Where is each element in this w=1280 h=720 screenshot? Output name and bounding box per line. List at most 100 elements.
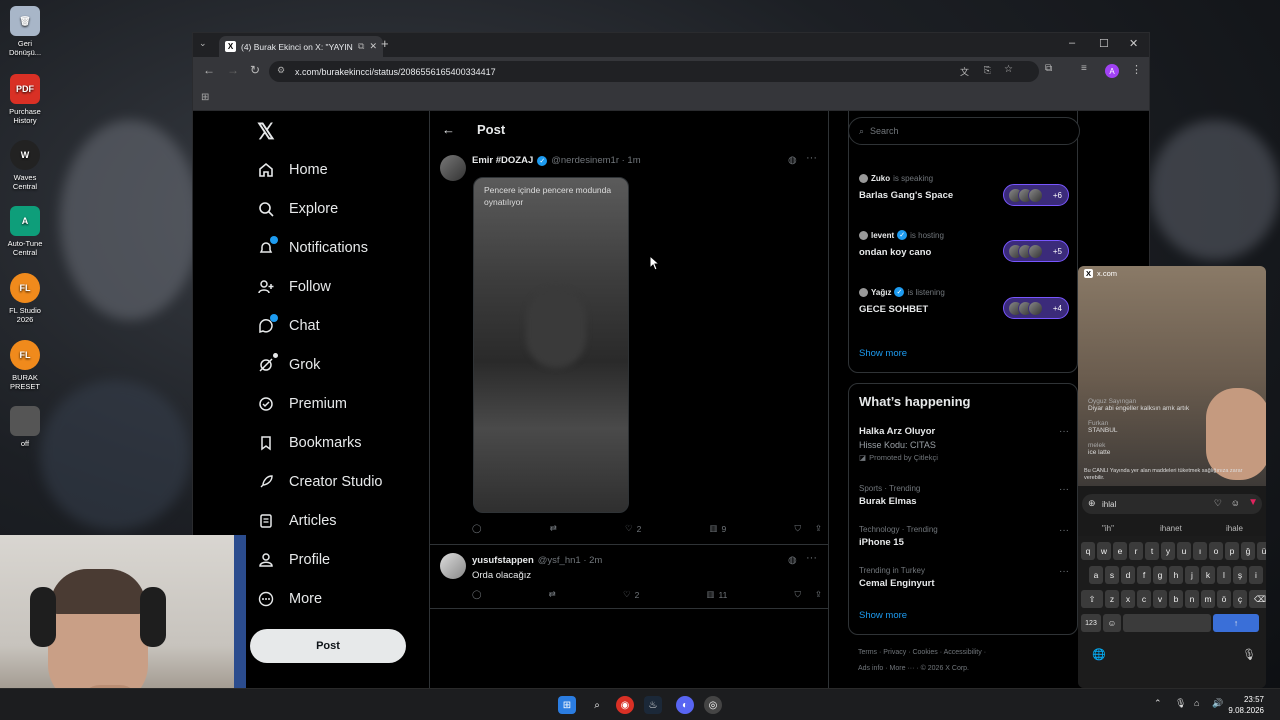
keyboard-key[interactable]: k [1201,566,1215,584]
nav-item-articles[interactable]: Articles [257,509,337,533]
keyboard-key[interactable]: o [1209,542,1223,560]
tweet-author[interactable]: Emir #DOZAJ [472,155,533,166]
desktop-icon-recycle-bin[interactable]: 🗑 Geri Dönüşü... [2,6,48,57]
keyboard-key[interactable]: t [1145,542,1159,560]
keyboard-key[interactable]: z [1105,590,1119,608]
keyboard-key[interactable]: c [1137,590,1151,608]
taskbar-clock[interactable]: 23:57 9.08.2026 [1228,694,1264,716]
keyboard-key[interactable]: x [1121,590,1135,608]
extensions-icon[interactable]: ⧉ [1045,63,1052,74]
keyboard-key[interactable]: q [1081,542,1095,560]
retweet-icon[interactable]: ⇄ [549,589,556,600]
keyboard-key[interactable]: b [1169,590,1183,608]
avatar[interactable] [440,553,466,579]
reload-icon[interactable]: ↻ [250,63,260,77]
space-listeners-pill[interactable]: +5 [1003,240,1069,262]
desktop-icon-fl-studio[interactable]: FL FL Studio 2026 [2,273,48,324]
chrome-icon[interactable]: ◉ [616,696,634,714]
bookmark-icon[interactable]: ⛉ [794,589,800,600]
like-button[interactable]: ♡ 2 [623,589,639,600]
reply-icon[interactable]: ◯ [472,589,482,600]
keyboard-key[interactable]: r [1129,542,1143,560]
grok-icon[interactable]: ◍ [788,155,797,166]
more-options-icon[interactable]: ··· [1059,484,1069,495]
keyboard-key[interactable]: u [1177,542,1191,560]
footer-link[interactable]: Ads info [858,665,883,672]
nav-item-bookmarks[interactable]: Bookmarks [257,431,362,455]
keyboard-key[interactable]: d [1121,566,1135,584]
globe-icon[interactable]: 🌐 [1092,648,1106,661]
trend-item[interactable]: Sports · Trending Burak Elmas ··· [859,484,1069,507]
keyboard-key[interactable]: ğ [1241,542,1255,560]
post-button[interactable]: Post [250,629,406,663]
desktop-icon-autotune[interactable]: A Auto-Tune Central [2,206,48,257]
address-bar[interactable]: ⚙ x.com/burakekincci/status/208655616540… [269,61,1039,82]
trends-show-more-link[interactable]: Show more [859,610,907,621]
maximize-icon[interactable]: ☐ [1099,37,1109,50]
avatar[interactable] [440,155,466,181]
keyboard-key[interactable]: y [1161,542,1175,560]
keyboard-key[interactable]: ü [1257,542,1266,560]
nav-item-chat[interactable]: Chat [257,314,320,338]
keyboard-key[interactable]: f [1137,566,1151,584]
footer-link[interactable]: Cookies [912,649,937,656]
tab-search-icon[interactable]: ⌄ [199,38,207,49]
keyboard-key[interactable]: v [1153,590,1167,608]
tab-close-icon[interactable]: ✕ [369,41,377,52]
views-button[interactable]: ▥ 11 [706,589,727,600]
backspace-key[interactable]: ⌫ [1249,590,1266,608]
site-info-icon[interactable]: ⚙ [277,65,285,76]
emoji-icon[interactable]: ☺ [1231,498,1240,508]
profile-avatar-icon[interactable]: A [1105,64,1119,78]
keyboard-key[interactable]: m [1201,590,1215,608]
translate-icon[interactable]: 文 [960,65,969,78]
tweet-video[interactable]: Pencere içinde pencere modunda oynatılıy… [473,177,629,513]
tweet[interactable]: Emir #DOZAJ ✓ @nerdesinem1r · 1m ◍ ··· P… [430,147,828,545]
shift-key[interactable]: ⇧ [1081,590,1103,608]
more-options-icon[interactable]: ··· [806,152,817,164]
enter-key[interactable]: ↑ [1213,614,1259,632]
keyboard-key[interactable]: l [1217,566,1231,584]
new-tab-button[interactable]: + [381,36,389,51]
keyboard-key[interactable]: s [1105,566,1119,584]
add-icon[interactable]: ⊕ [1088,498,1096,509]
space-listeners-pill[interactable]: +6 [1003,184,1069,206]
space-listeners-pill[interactable]: +4 [1003,297,1069,319]
desktop-icon-off[interactable]: off [2,406,48,448]
keyboard-key[interactable]: j [1185,566,1199,584]
search-icon[interactable]: ⌕ [588,696,606,714]
more-options-icon[interactable]: ··· [1059,566,1069,577]
keyboard-key[interactable]: n [1185,590,1199,608]
retweet-icon[interactable]: ⇄ [550,523,557,534]
keyboard-key[interactable]: p [1225,542,1239,560]
heart-icon[interactable]: ♡ [1214,498,1222,509]
space-item[interactable]: Zuko is speaking Barlas Gang's Space +6 [859,174,1069,206]
keyboard-key[interactable]: w [1097,542,1111,560]
keyboard-suggestion[interactable]: ihale [1226,524,1243,533]
desktop-icon-purchase-history[interactable]: PDF Purchase History [2,74,48,125]
keyboard-key[interactable]: h [1169,566,1183,584]
nav-item-creator-studio[interactable]: Creator Studio [257,470,383,494]
bookmark-icon[interactable]: ⛉ [794,523,800,534]
like-button[interactable]: ♡ 2 [625,523,641,534]
keyboard-key[interactable]: ı [1193,542,1207,560]
discord-icon[interactable]: ◐ [676,696,694,714]
nav-item-premium[interactable]: Premium [257,392,347,416]
browser-menu-icon[interactable]: ⋮ [1131,63,1142,76]
more-options-icon[interactable]: ··· [1059,525,1069,536]
space-item[interactable]: levent ✓ is hosting ondan koy cano +5 [859,230,1069,262]
trend-item[interactable]: Halka Arz Oluyor Hisse Kodu: CITAS ◪ Prom… [859,426,1069,462]
keyboard-suggestion[interactable]: ihanet [1160,524,1182,533]
nav-item-notifications[interactable]: Notifications [257,236,368,260]
tweet[interactable]: yusufstappen @ysf_hn1 · 2m ◍ ··· Orda ol… [430,545,828,609]
share-icon[interactable]: ⇪ [815,589,822,600]
close-window-icon[interactable]: ✕ [1129,37,1138,50]
grok-icon[interactable]: ◍ [788,555,797,566]
keyboard-suggestion[interactable]: "ih" [1102,524,1114,533]
nav-item-more[interactable]: More [257,587,322,611]
keyboard-key[interactable]: a [1089,566,1103,584]
bookmark-star-icon[interactable]: ☆ [1004,64,1013,75]
nav-item-grok[interactable]: Grok [257,353,320,377]
forward-icon[interactable]: → [227,63,239,77]
numbers-key[interactable]: 123 [1081,614,1101,632]
